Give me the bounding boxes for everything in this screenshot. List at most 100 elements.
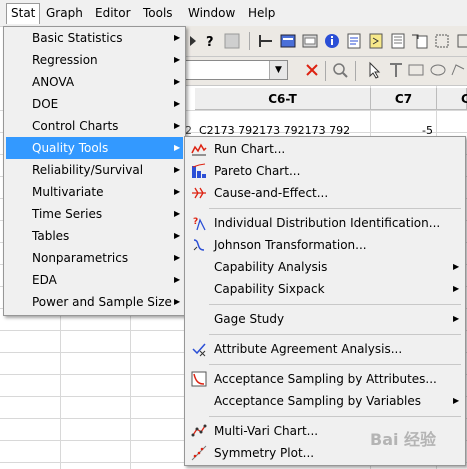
menu-item-label: Regression — [32, 53, 98, 67]
layout-tool-icon[interactable] — [433, 32, 451, 50]
menu-separator — [209, 416, 461, 417]
menu-item-doe[interactable]: DOE ▶ — [6, 93, 183, 115]
menu-item-acceptance-sampling-attributes[interactable]: Acceptance Sampling by Attributes... — [187, 368, 463, 390]
menu-item-label: Acceptance Sampling by Attributes... — [214, 372, 437, 386]
menu-item-eda[interactable]: EDA ▶ — [6, 269, 183, 291]
menu-item-pareto-chart[interactable]: Pareto Chart... — [187, 160, 463, 182]
menu-item-cause-and-effect[interactable]: Cause-and-Effect... — [187, 182, 463, 204]
attribute-agreement-icon — [192, 343, 206, 357]
help-icon[interactable]: ? — [201, 32, 219, 50]
delete-x-icon[interactable] — [303, 61, 321, 79]
quality-tools-submenu: Run Chart... Pareto Chart... Cause-and-E… — [184, 136, 466, 466]
menu-stat[interactable]: Stat — [6, 3, 41, 24]
menu-item-label: DOE — [32, 97, 59, 111]
project-manager-icon[interactable] — [301, 32, 319, 50]
toolbar-separator — [249, 32, 250, 50]
menu-item-gage-study[interactable]: Gage Study ▶ — [187, 308, 463, 330]
menu-item-label: Capability Analysis — [214, 260, 328, 274]
stat-menu: Basic Statistics ▶ Regression ▶ ANOVA ▶ DOE… — [3, 26, 186, 316]
history-icon[interactable] — [345, 32, 363, 50]
menu-item-label: Tables — [32, 229, 70, 243]
menu-item-multivariate[interactable]: Multivariate ▶ — [6, 181, 183, 203]
chevron-down-icon[interactable]: ▼ — [269, 61, 287, 79]
worksheet-icon[interactable] — [279, 32, 297, 50]
watermark: Bai 经验 — [370, 426, 464, 466]
related-documents-icon[interactable] — [411, 32, 429, 50]
submenu-arrow-icon: ▶ — [453, 396, 460, 405]
menu-item-basic-statistics[interactable]: Basic Statistics ▶ — [6, 27, 183, 49]
menu-window[interactable]: Window — [184, 4, 239, 22]
report-pad-icon[interactable] — [389, 32, 407, 50]
submenu-arrow-icon: ▶ — [174, 77, 181, 86]
menu-item-capability-analysis[interactable]: Capability Analysis ▶ — [187, 256, 463, 278]
overflow-icon[interactable] — [455, 32, 467, 50]
submenu-arrow-icon: ▶ — [453, 314, 460, 323]
toolbar-separator — [355, 61, 356, 81]
text-tool-icon[interactable] — [387, 61, 405, 79]
menu-item-power-sample-size[interactable]: Power and Sample Size ▶ — [6, 291, 183, 313]
disabled-tool-icon[interactable] — [223, 32, 241, 50]
menu-item-regression[interactable]: Regression ▶ — [6, 49, 183, 71]
select-pointer-icon[interactable] — [365, 61, 383, 79]
menu-bar: Stat Graph Editor Tools Window Help — [0, 0, 467, 27]
menu-item-tables[interactable]: Tables ▶ — [6, 225, 183, 247]
menu-item-nonparametrics[interactable]: Nonparametrics ▶ — [6, 247, 183, 269]
menu-item-quality-tools[interactable]: Quality Tools ▶ — [6, 137, 183, 159]
column-header-label: C6-T — [268, 92, 297, 106]
multi-vari-icon — [191, 424, 207, 437]
menu-editor[interactable]: Editor — [91, 4, 135, 22]
menu-item-label: Individual Distribution Identification..… — [214, 216, 441, 230]
menu-item-individual-distribution-identification[interactable]: ? Individual Distribution Identification… — [187, 212, 463, 234]
pareto-chart-icon — [192, 163, 206, 178]
graph-folder-icon[interactable] — [367, 32, 385, 50]
menu-separator — [209, 208, 461, 209]
submenu-arrow-icon: ▶ — [174, 165, 181, 174]
menu-item-control-charts[interactable]: Control Charts ▶ — [6, 115, 183, 137]
menu-item-label: Reliability/Survival — [32, 163, 144, 177]
menu-item-attribute-agreement-analysis[interactable]: Attribute Agreement Analysis... — [187, 338, 463, 360]
menu-item-label: EDA — [32, 273, 57, 287]
menu-item-anova[interactable]: ANOVA ▶ — [6, 71, 183, 93]
menu-item-acceptance-sampling-variables[interactable]: Acceptance Sampling by Variables ▶ — [187, 390, 463, 412]
menu-item-label: Cause-and-Effect... — [214, 186, 329, 200]
menu-item-reliability-survival[interactable]: Reliability/Survival ▶ — [6, 159, 183, 181]
symmetry-plot-icon — [191, 445, 207, 461]
polygon-tool-icon[interactable] — [449, 61, 467, 79]
menu-item-run-chart[interactable]: Run Chart... — [187, 138, 463, 160]
font-combo-box[interactable]: ▼ — [185, 60, 288, 80]
column-header-c8[interactable]: C — [437, 88, 467, 110]
acceptance-sampling-icon — [191, 371, 207, 387]
submenu-arrow-icon: ▶ — [174, 231, 181, 240]
menu-item-time-series[interactable]: Time Series ▶ — [6, 203, 183, 225]
menu-item-label: Multi-Vari Chart... — [214, 424, 319, 438]
submenu-arrow-icon: ▶ — [174, 143, 181, 152]
submenu-arrow-icon: ▶ — [174, 275, 181, 284]
menu-separator — [209, 334, 461, 335]
cause-effect-icon — [192, 187, 206, 199]
menu-tools-label: Tools — [143, 6, 173, 20]
menu-tools[interactable]: Tools — [139, 4, 177, 22]
info-icon[interactable] — [323, 32, 341, 50]
column-header-c7[interactable]: C7 — [371, 88, 437, 110]
menu-item-label: ANOVA — [32, 75, 75, 89]
submenu-arrow-icon: ▶ — [174, 99, 181, 108]
column-header-label: C7 — [394, 92, 413, 106]
menu-help[interactable]: Help — [244, 4, 279, 22]
watermark-text: Bai 经验 — [370, 430, 437, 449]
column-header-c6[interactable]: C6-T — [195, 88, 371, 110]
menu-item-label: Symmetry Plot... — [214, 446, 315, 460]
zoom-icon[interactable] — [331, 61, 349, 79]
menu-item-label: Multivariate — [32, 185, 104, 199]
submenu-arrow-icon: ▶ — [174, 33, 181, 42]
standard-toolbar: ? — [185, 26, 467, 57]
menu-item-label: Time Series — [32, 207, 103, 221]
menu-separator — [209, 364, 461, 365]
toolbar-separator — [325, 61, 326, 81]
ellipse-tool-icon[interactable] — [429, 61, 447, 79]
menu-item-capability-sixpack[interactable]: Capability Sixpack ▶ — [187, 278, 463, 300]
menu-item-johnson-transformation[interactable]: Johnson Transformation... — [187, 234, 463, 256]
rectangle-tool-icon[interactable] — [407, 61, 425, 79]
session-window-icon[interactable] — [257, 32, 275, 50]
submenu-arrow-icon: ▶ — [453, 262, 460, 271]
menu-graph[interactable]: Graph — [42, 4, 87, 22]
